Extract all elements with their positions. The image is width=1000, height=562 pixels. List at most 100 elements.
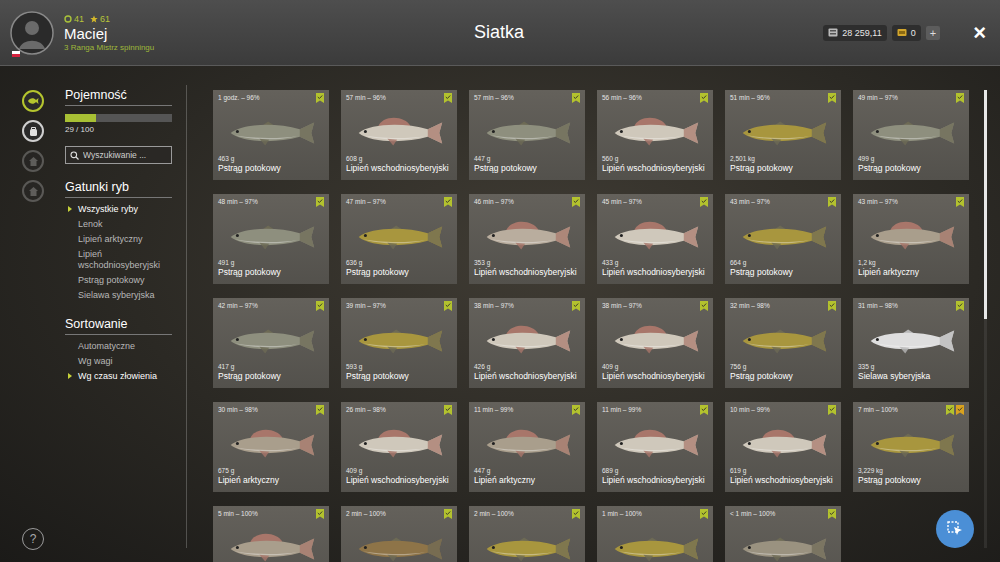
- fish-card[interactable]: 7 min – 100% 3,229 kg Pstrąg potokowy: [853, 402, 969, 492]
- select-mode-button[interactable]: [936, 510, 974, 548]
- scrollbar[interactable]: [984, 66, 987, 562]
- fish-weight: 447 g: [474, 466, 580, 475]
- search-input[interactable]: [83, 150, 167, 160]
- species-filter-item[interactable]: Lipień arktyczny: [65, 234, 172, 245]
- fish-icon: [479, 219, 575, 255]
- fish-name: Lipień wschodniosyberyjski: [602, 267, 708, 278]
- catch-time: 38 min – 97%: [474, 301, 514, 310]
- catch-time: 1 godz. – 96%: [218, 93, 260, 102]
- fish-card[interactable]: 38 min – 97% 426 g Lipień wschodniosyber…: [469, 298, 585, 388]
- bookmark-icon: [828, 197, 836, 207]
- bookmark-icon: [956, 405, 964, 415]
- gold-icon: [897, 28, 907, 37]
- catch-time: 49 min – 97%: [858, 93, 898, 102]
- fish-name: Lipień wschodniosyberyjski: [602, 163, 708, 174]
- add-gold-button[interactable]: +: [926, 26, 940, 40]
- help-button[interactable]: ?: [22, 528, 44, 550]
- fish-card[interactable]: 56 min – 96% 560 g Lipień wschodniosyber…: [597, 90, 713, 180]
- selected-arrow-icon: [68, 206, 72, 212]
- nav-button[interactable]: [22, 150, 44, 172]
- fish-weight: 353 g: [474, 258, 580, 267]
- fish-weight: 433 g: [602, 258, 708, 267]
- bookmark-icon: [572, 301, 580, 311]
- fish-card[interactable]: 30 min – 98% 675 g Lipień arktyczny: [213, 402, 329, 492]
- fish-card[interactable]: 51 min – 96% 2,501 kg Pstrąg potokowy: [725, 90, 841, 180]
- fish-weight: 593 g: [346, 362, 452, 371]
- fish-weight: 499 g: [858, 154, 964, 163]
- catch-time: 11 min – 99%: [602, 405, 641, 414]
- fish-weight: 3,229 kg: [858, 466, 964, 475]
- search-icon: [70, 151, 79, 160]
- fish-card[interactable]: 2 min – 100%: [469, 506, 585, 562]
- fish-weight: 619 g: [730, 466, 836, 475]
- fish-name: Pstrąg potokowy: [474, 163, 580, 174]
- fish-name: Lipień wschodniosyberyjski: [474, 371, 580, 382]
- avatar-icon[interactable]: [10, 11, 54, 55]
- flag-icon: [12, 51, 20, 57]
- close-button[interactable]: ×: [971, 20, 988, 46]
- fish-card[interactable]: 45 min – 97% 433 g Lipień wschodniosyber…: [597, 194, 713, 284]
- fish-card[interactable]: 57 min – 96% 608 g Lipień wschodniosyber…: [341, 90, 457, 180]
- fish-weight: 491 g: [218, 258, 324, 267]
- catch-time: 26 min – 98%: [346, 405, 386, 414]
- sort-option[interactable]: Wg czasu złowienia: [65, 371, 172, 382]
- fish-weight: 689 g: [602, 466, 708, 475]
- nav-button[interactable]: [22, 120, 44, 142]
- fish-card[interactable]: 39 min – 97% 593 g Pstrąg potokowy: [341, 298, 457, 388]
- player-name: Maciej: [64, 25, 154, 42]
- sort-option[interactable]: Wg wagi: [65, 356, 172, 367]
- gold-balance: 0: [892, 25, 921, 41]
- fish-icon: [223, 115, 319, 151]
- bookmark-icon: [828, 93, 836, 103]
- fish-card[interactable]: 57 min – 96% 447 g Pstrąg potokowy: [469, 90, 585, 180]
- search-field: [65, 146, 172, 164]
- bookmark-icon: [700, 301, 708, 311]
- fish-card[interactable]: 1 godz. – 96% 463 g Pstrąg potokowy: [213, 90, 329, 180]
- fish-card[interactable]: 48 min – 97% 491 g Pstrąg potokowy: [213, 194, 329, 284]
- fish-card[interactable]: 11 min – 99% 447 g Lipień arktyczny: [469, 402, 585, 492]
- fish-weight: 675 g: [218, 466, 324, 475]
- sort-option[interactable]: Automatyczne: [65, 341, 172, 352]
- fish-card[interactable]: 5 min – 100%: [213, 506, 329, 562]
- fish-name: Lipień wschodniosyberyjski: [730, 475, 836, 486]
- player-info: 41 61 Maciej 3 Ranga Mistrz spinningu: [10, 11, 474, 55]
- catch-time: 39 min – 97%: [346, 301, 386, 310]
- fish-card[interactable]: 10 min – 99% 619 g Lipień wschodniosyber…: [725, 402, 841, 492]
- species-filter-item[interactable]: Pstrąg potokowy: [65, 275, 172, 286]
- catch-time: 42 min – 97%: [218, 301, 258, 310]
- species-filter-item[interactable]: Lenok: [65, 219, 172, 230]
- fish-name: Pstrąg potokowy: [218, 163, 324, 174]
- fish-card[interactable]: 31 min – 98% 335 g Sielawa syberyjska: [853, 298, 969, 388]
- fish-name: Lipień wschodniosyberyjski: [602, 371, 708, 382]
- fish-card[interactable]: 47 min – 97% 636 g Pstrąg potokowy: [341, 194, 457, 284]
- fish-card[interactable]: 43 min – 97% 1,2 kg Lipień arktyczny: [853, 194, 969, 284]
- fish-card[interactable]: 11 min – 99% 689 g Lipień wschodniosyber…: [597, 402, 713, 492]
- species-filter-item[interactable]: Wszystkie ryby: [65, 204, 172, 215]
- bookmark-icon: [956, 197, 964, 207]
- fish-card[interactable]: 38 min – 97% 409 g Lipień wschodniosyber…: [597, 298, 713, 388]
- nav-button[interactable]: [22, 90, 44, 112]
- fish-icon: [607, 427, 703, 463]
- catch-time: < 1 min – 100%: [730, 509, 775, 518]
- fish-card[interactable]: < 1 min – 100%: [725, 506, 841, 562]
- fish-card[interactable]: 32 min – 98% 756 g Pstrąg potokowy: [725, 298, 841, 388]
- species-filter-item[interactable]: Lipień wschodniosyberyjski: [65, 249, 172, 271]
- player-rank: 3 Ranga Mistrz spinningu: [64, 43, 154, 52]
- experience-stat: 41: [64, 14, 84, 24]
- catch-time: 32 min – 98%: [730, 301, 770, 310]
- fish-card[interactable]: 46 min – 97% 353 g Lipień wschodniosyber…: [469, 194, 585, 284]
- fish-card[interactable]: 42 min – 97% 417 g Pstrąg potokowy: [213, 298, 329, 388]
- fish-icon: [351, 427, 447, 463]
- fish-card[interactable]: 1 min – 100%: [597, 506, 713, 562]
- species-filter-item[interactable]: Sielawa syberyjska: [65, 290, 172, 301]
- fish-icon: [735, 323, 831, 359]
- nav-button[interactable]: [22, 180, 44, 202]
- fish-card[interactable]: 43 min – 97% 664 g Pstrąg potokowy: [725, 194, 841, 284]
- fish-card[interactable]: 26 min – 98% 409 g Lipień wschodniosyber…: [341, 402, 457, 492]
- points-stat: 61: [90, 14, 110, 24]
- fish-weight: 409 g: [346, 466, 452, 475]
- fish-card[interactable]: 2 min – 100%: [341, 506, 457, 562]
- fish-name: Pstrąg potokowy: [730, 163, 836, 174]
- fish-card[interactable]: 49 min – 97% 499 g Pstrąg potokowy: [853, 90, 969, 180]
- catch-grid: 1 godz. – 96% 463 g Pstrąg potokowy57 mi…: [213, 66, 969, 562]
